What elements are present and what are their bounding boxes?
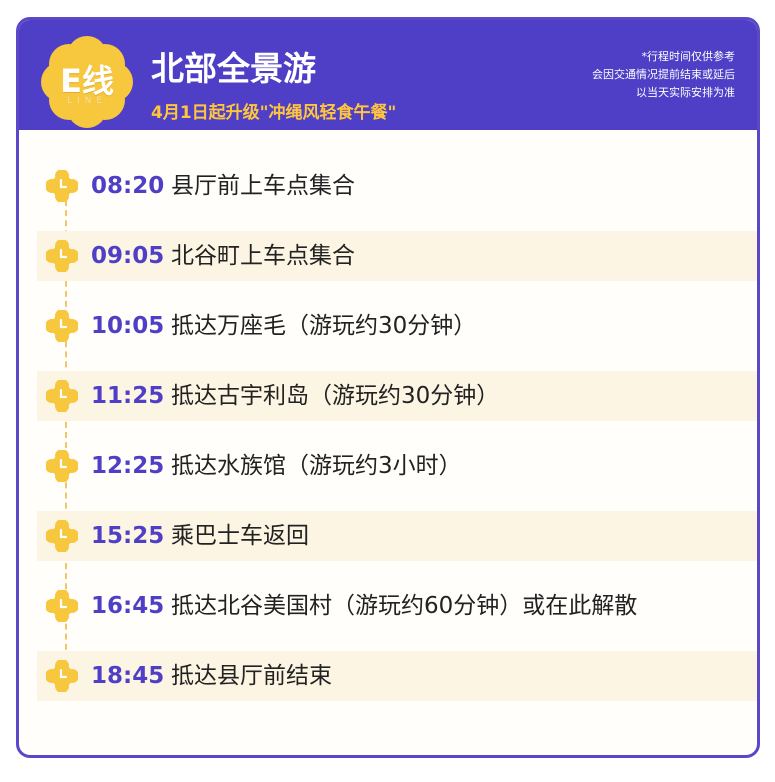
disclaimer-line: 以当天实际安排为准: [636, 86, 735, 99]
schedule-row: 08:20 县厅前上车点集合: [37, 161, 757, 211]
schedule-description: 抵达万座毛（游玩约30分钟）: [171, 313, 477, 339]
line-badge-icon: E线 LINE: [39, 34, 135, 130]
schedule-description: 乘巴士车返回: [171, 523, 309, 549]
schedule-time: 18:45: [91, 663, 165, 689]
schedule-description: 抵达县厅前结束: [171, 663, 332, 689]
clock-icon: [46, 590, 78, 622]
schedule-row: 18:45 抵达县厅前结束: [37, 651, 757, 701]
schedule-time: 12:25: [91, 453, 165, 479]
itinerary-card: E线 LINE 北部全景游 4月1日起升级"冲绳风轻食午餐" *行程时间仅供参考…: [16, 17, 760, 758]
badge-sub-label: LINE: [66, 96, 108, 106]
schedule-time: 08:20: [91, 173, 165, 199]
clock-icon: [46, 170, 78, 202]
schedule-row: 15:25 乘巴士车返回: [37, 511, 757, 561]
schedule-row: 10:05 抵达万座毛（游玩约30分钟）: [37, 301, 757, 351]
schedule-row: 11:25 抵达古宇利岛（游玩约30分钟）: [37, 371, 757, 421]
page-subtitle: 4月1日起升级"冲绳风轻食午餐": [151, 103, 397, 123]
header-banner: E线 LINE 北部全景游 4月1日起升级"冲绳风轻食午餐" *行程时间仅供参考…: [19, 20, 757, 130]
disclaimer-note: *行程时间仅供参考 会因交通情况提前结束或延后 以当天实际安排为准: [592, 48, 735, 102]
disclaimer-line: *行程时间仅供参考: [641, 50, 736, 63]
schedule-description: 抵达北谷美国村（游玩约60分钟）或在此解散: [171, 593, 638, 619]
schedule-description: 抵达水族馆（游玩约3小时）: [171, 453, 462, 479]
disclaimer-line: 会因交通情况提前结束或延后: [592, 68, 735, 81]
schedule-time: 10:05: [91, 313, 165, 339]
clock-icon: [46, 380, 78, 412]
schedule-row: 12:25 抵达水族馆（游玩约3小时）: [37, 441, 757, 491]
schedule-description: 北谷町上车点集合: [171, 243, 355, 269]
page-title: 北部全景游: [151, 49, 316, 88]
clock-icon: [46, 520, 78, 552]
schedule-time: 09:05: [91, 243, 165, 269]
clock-icon: [46, 310, 78, 342]
schedule-row: 16:45 抵达北谷美国村（游玩约60分钟）或在此解散: [37, 581, 757, 631]
schedule-description: 县厅前上车点集合: [171, 173, 355, 199]
schedule-row: 09:05 北谷町上车点集合: [37, 231, 757, 281]
clock-icon: [46, 660, 78, 692]
schedule-time: 11:25: [91, 383, 165, 409]
clock-icon: [46, 450, 78, 482]
clock-icon: [46, 240, 78, 272]
schedule-description: 抵达古宇利岛（游玩约30分钟）: [171, 383, 500, 409]
schedule-time: 15:25: [91, 523, 165, 549]
schedule-time: 16:45: [91, 593, 165, 619]
